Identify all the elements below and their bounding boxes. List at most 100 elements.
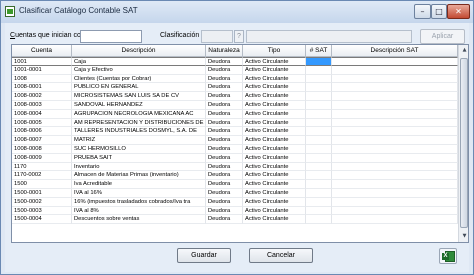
cell-tipo[interactable]: Activo Circulante xyxy=(243,206,306,216)
cell-naturaleza[interactable]: Deudora xyxy=(206,118,243,128)
cell-naturaleza[interactable]: Deudora xyxy=(206,145,243,154)
cell-sat-number[interactable] xyxy=(306,65,332,75)
cell-tipo[interactable]: Activo Circulante xyxy=(243,215,306,225)
cell-cuenta[interactable]: 1008-0008 xyxy=(12,145,72,154)
cell-descripcion-sat[interactable] xyxy=(332,145,458,154)
cancelar-button[interactable]: Cancelar xyxy=(249,248,313,263)
cell-cuenta[interactable]: 1008-0007 xyxy=(12,136,72,145)
cell-naturaleza[interactable]: Deudora xyxy=(206,162,243,172)
cell-descripcion-sat[interactable] xyxy=(332,74,458,84)
cell-descripcion[interactable]: SUC HERMOSILLO xyxy=(72,145,206,154)
table-row[interactable]: 1008-0008 SUC HERMOSILLO Deudora Activo Cir… xyxy=(12,145,458,154)
cell-tipo[interactable]: Activo Circulante xyxy=(243,189,306,198)
cell-descripcion[interactable]: IVA al 8% xyxy=(72,206,206,216)
cell-naturaleza[interactable]: Deudora xyxy=(206,136,243,145)
cell-tipo[interactable]: Activo Circulante xyxy=(243,101,306,110)
cell-descripcion[interactable]: Caja y Efectivo xyxy=(72,65,206,75)
table-row[interactable]: 1008-0001 PUBLICO EN GENERAL Deudora Activo… xyxy=(12,83,458,93)
cell-sat-number[interactable] xyxy=(306,162,332,172)
cell-descripcion[interactable]: AGRUPACION NECROLOGIA MEXICANA AC xyxy=(72,109,206,119)
cell-cuenta[interactable]: 1170-0002 xyxy=(12,171,72,181)
cell-tipo[interactable]: Activo Circulante xyxy=(243,197,306,207)
cell-cuenta[interactable]: 1008-0004 xyxy=(12,109,72,119)
cell-descripcion[interactable]: AM REPRESENTACION Y DISTRIBUCIONES DE xyxy=(72,118,206,128)
cell-naturaleza[interactable]: Deudora xyxy=(206,92,243,101)
cell-naturaleza[interactable]: Deudora xyxy=(206,189,243,198)
vertical-scrollbar[interactable]: ▲ ▼ xyxy=(458,45,468,242)
cell-descripcion-sat[interactable] xyxy=(332,206,458,216)
cell-cuenta[interactable]: 1500-0004 xyxy=(12,215,72,225)
cell-descripcion-sat[interactable] xyxy=(332,171,458,181)
cell-descripcion-sat[interactable] xyxy=(332,57,458,66)
cell-descripcion[interactable]: MATRIZ xyxy=(72,136,206,145)
accounts-table[interactable]: Cuenta Descripción Naturaleza Tipo # SAT… xyxy=(11,44,469,243)
cell-descripcion-sat[interactable] xyxy=(332,215,458,225)
scroll-up-button[interactable]: ▲ xyxy=(459,45,468,56)
scroll-thumb[interactable] xyxy=(460,58,468,228)
cell-naturaleza[interactable]: Deudora xyxy=(206,215,243,225)
column-header-descripcion[interactable]: Descripción xyxy=(72,45,206,57)
table-row[interactable]: 1008-0009 PRUEBA SAIT Deudora Activo Circul… xyxy=(12,153,458,163)
table-row[interactable]: 1008-0006 TALLERES INDUSTRIALES DOSMYL, S… xyxy=(12,127,458,137)
cell-sat-number[interactable] xyxy=(306,136,332,145)
table-row[interactable]: 1008 Clientes (Cuentas por Cobrar) Deudora… xyxy=(12,74,458,84)
cell-descripcion-sat[interactable] xyxy=(332,162,458,172)
cell-naturaleza[interactable]: Deudora xyxy=(206,153,243,163)
cell-cuenta[interactable]: 1008-0001 xyxy=(12,83,72,93)
cell-descripcion-sat[interactable] xyxy=(332,92,458,101)
cell-cuenta[interactable]: 1001 xyxy=(12,57,72,66)
cell-sat-number[interactable] xyxy=(306,145,332,154)
table-row[interactable]: 1001-0001 Caja y Efectivo Deudora Activo Ci… xyxy=(12,65,458,75)
cell-cuenta[interactable]: 1008-0005 xyxy=(12,118,72,128)
table-row[interactable]: 1500-0002 16% (impuestos trasladados cobr… xyxy=(12,197,458,207)
table-row[interactable]: 1001 Caja Deudora Activo Circulante xyxy=(12,57,458,66)
export-excel-button[interactable]: X xyxy=(439,248,457,264)
close-button[interactable]: ✕ xyxy=(447,4,470,19)
cell-naturaleza[interactable]: Deudora xyxy=(206,171,243,181)
cell-tipo[interactable]: Activo Circulante xyxy=(243,136,306,145)
cell-sat-number[interactable] xyxy=(306,109,332,119)
column-header-tipo[interactable]: Tipo xyxy=(243,45,306,57)
cell-sat-number[interactable] xyxy=(306,74,332,84)
cell-tipo[interactable]: Activo Circulante xyxy=(243,127,306,137)
cell-cuenta[interactable]: 1008 xyxy=(12,74,72,84)
cell-descripcion-sat[interactable] xyxy=(332,153,458,163)
cell-descripcion[interactable]: Inventario xyxy=(72,162,206,172)
cell-tipo[interactable]: Activo Circulante xyxy=(243,145,306,154)
cell-tipo[interactable]: Activo Circulante xyxy=(243,180,306,189)
cell-cuenta[interactable]: 1500-0002 xyxy=(12,197,72,207)
cell-naturaleza[interactable]: Deudora xyxy=(206,101,243,110)
cell-descripcion[interactable]: MICROSISTEMAS SAN LUIS SA DE CV xyxy=(72,92,206,101)
cell-tipo[interactable]: Activo Circulante xyxy=(243,171,306,181)
table-row[interactable]: 1008-0007 MATRIZ Deudora Activo Circulante xyxy=(12,136,458,145)
table-row[interactable]: 1500 Iva Acreditable Deudora Activo Circula… xyxy=(12,180,458,189)
cell-sat-number[interactable] xyxy=(306,153,332,163)
cell-cuenta[interactable]: 1008-0006 xyxy=(12,127,72,137)
cell-descripcion-sat[interactable] xyxy=(332,197,458,207)
cell-descripcion-sat[interactable] xyxy=(332,109,458,119)
table-row[interactable]: 1008-0005 AM REPRESENTACION Y DISTRIBUCIO… xyxy=(12,118,458,128)
cell-descripcion[interactable]: IVA al 16% xyxy=(72,189,206,198)
cell-naturaleza[interactable]: Deudora xyxy=(206,83,243,93)
cell-tipo[interactable]: Activo Circulante xyxy=(243,74,306,84)
cell-cuenta[interactable]: 1008-0002 xyxy=(12,92,72,101)
cell-naturaleza[interactable]: Deudora xyxy=(206,127,243,137)
cell-naturaleza[interactable]: Deudora xyxy=(206,74,243,84)
cell-descripcion-sat[interactable] xyxy=(332,180,458,189)
cell-sat-number[interactable] xyxy=(306,197,332,207)
column-header-naturaleza[interactable]: Naturaleza xyxy=(206,45,243,57)
minimize-button[interactable]: – xyxy=(414,4,431,19)
cell-cuenta[interactable]: 1001-0001 xyxy=(12,65,72,75)
cell-cuenta[interactable]: 1008-0003 xyxy=(12,101,72,110)
cell-sat-number[interactable] xyxy=(306,101,332,110)
cell-naturaleza[interactable]: Deudora xyxy=(206,197,243,207)
cell-descripcion[interactable]: PRUEBA SAIT xyxy=(72,153,206,163)
cell-tipo[interactable]: Activo Circulante xyxy=(243,65,306,75)
cell-tipo[interactable]: Activo Circulante xyxy=(243,57,306,66)
table-row[interactable]: 1500-0003 IVA al 8% Deudora Activo Circulan… xyxy=(12,206,458,216)
table-row[interactable]: 1170-0002 Almacen de Materias Primas (inv… xyxy=(12,171,458,181)
cell-sat-number[interactable] xyxy=(306,57,332,66)
cell-descripcion[interactable]: Descuentos sobre ventas xyxy=(72,215,206,225)
cell-descripcion-sat[interactable] xyxy=(332,189,458,198)
cell-sat-number[interactable] xyxy=(306,180,332,189)
